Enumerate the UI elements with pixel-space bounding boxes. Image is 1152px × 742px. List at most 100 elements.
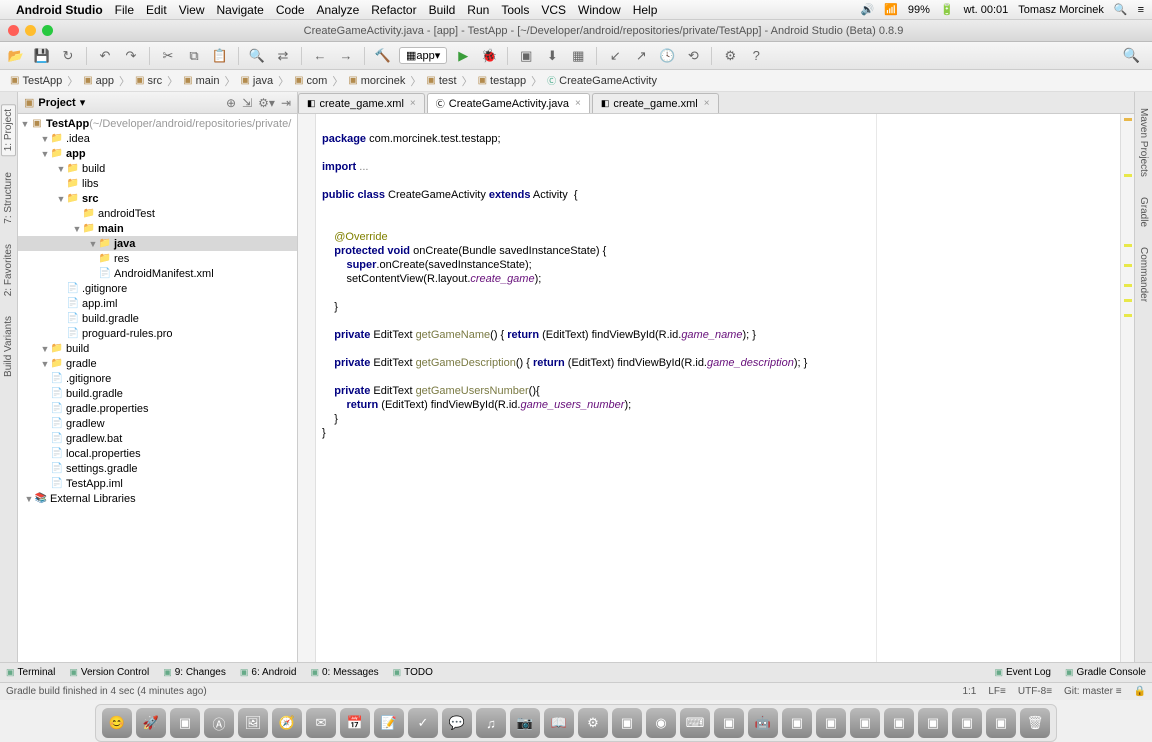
dock-app-icon[interactable]: ▣ — [918, 708, 948, 738]
minimize-window-button[interactable] — [25, 25, 36, 36]
copy-icon[interactable]: ⧉ — [184, 46, 204, 66]
lock-icon[interactable]: 🔒 — [1134, 686, 1146, 697]
dock-app-icon[interactable]: ⚙ — [578, 708, 608, 738]
editor-tab[interactable]: ◧create_game.xml× — [592, 93, 719, 113]
tree-node[interactable]: 📄build.gradle — [18, 386, 297, 401]
sdk-icon[interactable]: ⬇ — [542, 46, 562, 66]
dock-app-icon[interactable]: ▣ — [170, 708, 200, 738]
dock-app-icon[interactable]: ▣ — [612, 708, 642, 738]
dock-safari-icon[interactable]: 🧭 — [272, 708, 302, 738]
tree-node[interactable]: 📄app.iml — [18, 296, 297, 311]
dock-androidstudio-icon[interactable]: 🤖 — [748, 708, 778, 738]
tree-root[interactable]: ▼ ▣ TestApp (~/Developer/android/reposit… — [18, 116, 297, 131]
vcs-revert-icon[interactable]: ⟲ — [683, 46, 703, 66]
dock-itunes-icon[interactable]: ♫ — [476, 708, 506, 738]
project-tree[interactable]: ▼ ▣ TestApp (~/Developer/android/reposit… — [18, 114, 297, 662]
dock-mail-icon[interactable]: ✉ — [306, 708, 336, 738]
menu-view[interactable]: View — [179, 3, 205, 17]
tooltab-todo[interactable]: ▣TODO — [393, 667, 433, 678]
tooltab-project[interactable]: 1: Project — [1, 104, 16, 156]
tree-node[interactable]: ▼📁gradle — [18, 356, 297, 371]
tooltab-build-variants[interactable]: Build Variants — [2, 312, 15, 381]
tree-node[interactable]: ▼📁java — [18, 236, 297, 251]
settings-icon[interactable]: ⚙▾ — [258, 96, 275, 110]
dock-appstore-icon[interactable]: Ⓐ — [204, 708, 234, 738]
dock-launchpad-icon[interactable]: 🚀 — [136, 708, 166, 738]
tooltab-messages[interactable]: ▣0: Messages — [310, 667, 378, 678]
forward-icon[interactable]: → — [336, 46, 356, 66]
run-config-selector[interactable]: ▦ app ▾ — [399, 47, 447, 64]
spotlight-icon[interactable]: 🔍 — [1114, 3, 1128, 16]
menu-edit[interactable]: Edit — [146, 3, 167, 17]
git-branch[interactable]: Git: master ≡ — [1064, 686, 1122, 697]
back-icon[interactable]: ← — [310, 46, 330, 66]
menu-build[interactable]: Build — [429, 3, 456, 17]
tree-node[interactable]: 📄proguard-rules.pro — [18, 326, 297, 341]
menu-vcs[interactable]: VCS — [541, 3, 566, 17]
tree-node[interactable]: ▼📁app — [18, 146, 297, 161]
crumb-src[interactable]: ▣src — [131, 75, 166, 87]
crumb-com[interactable]: ▣com — [290, 75, 331, 87]
tooltab-gradle[interactable]: Gradle — [1137, 193, 1150, 231]
tree-node[interactable]: ▼📁build — [18, 161, 297, 176]
tooltab-android[interactable]: ▣6: Android — [240, 667, 297, 678]
close-tab-icon[interactable]: × — [410, 98, 416, 109]
make-icon[interactable]: 🔨 — [373, 46, 393, 66]
battery-icon[interactable]: 🔋 — [940, 3, 954, 16]
scroll-from-source-icon[interactable]: ⊕ — [226, 96, 236, 110]
dock-app-icon[interactable]: ▣ — [782, 708, 812, 738]
close-tab-icon[interactable]: × — [704, 98, 710, 109]
dock-photobooth-icon[interactable]: 📷 — [510, 708, 540, 738]
menu-window[interactable]: Window — [578, 3, 621, 17]
dock-app-icon[interactable]: ▣ — [952, 708, 982, 738]
tooltab-maven[interactable]: Maven Projects — [1137, 104, 1150, 181]
settings-icon[interactable]: ⚙ — [720, 46, 740, 66]
find-icon[interactable]: 🔍 — [247, 46, 267, 66]
tree-node[interactable]: ▼📁.idea — [18, 131, 297, 146]
line-separator[interactable]: LF≡ — [988, 686, 1006, 697]
dock-messages-icon[interactable]: 💬 — [442, 708, 472, 738]
close-window-button[interactable] — [8, 25, 19, 36]
redo-icon[interactable]: ↷ — [121, 46, 141, 66]
dock-app-icon[interactable]: ▣ — [986, 708, 1016, 738]
vcs-commit-icon[interactable]: ↗ — [631, 46, 651, 66]
run-icon[interactable]: ▶ — [453, 46, 473, 66]
undo-icon[interactable]: ↶ — [95, 46, 115, 66]
tree-node[interactable]: ▼📁build — [18, 341, 297, 356]
dock-app-icon[interactable]: ▣ — [884, 708, 914, 738]
crumb-root[interactable]: ▣TestApp — [6, 75, 66, 87]
tree-node[interactable]: 📄.gitignore — [18, 371, 297, 386]
editor-gutter[interactable] — [298, 114, 316, 662]
tooltab-terminal[interactable]: ▣Terminal — [6, 667, 55, 678]
dock-calendar-icon[interactable]: 📅 — [340, 708, 370, 738]
tree-node[interactable]: 📁libs — [18, 176, 297, 191]
dock-reminders-icon[interactable]: ✓ — [408, 708, 438, 738]
collapse-all-icon[interactable]: ⇲ — [242, 96, 252, 110]
hide-icon[interactable]: ⇥ — [281, 96, 291, 110]
dock-notes-icon[interactable]: 📝 — [374, 708, 404, 738]
menu-icon[interactable]: ≡ — [1138, 4, 1144, 16]
app-name[interactable]: Android Studio — [16, 3, 103, 17]
open-icon[interactable]: 📂 — [6, 46, 26, 66]
close-tab-icon[interactable]: × — [575, 98, 581, 109]
menu-tools[interactable]: Tools — [501, 3, 529, 17]
tree-node[interactable]: 📄.gitignore — [18, 281, 297, 296]
encoding[interactable]: UTF-8≡ — [1018, 686, 1052, 697]
menu-navigate[interactable]: Navigate — [216, 3, 263, 17]
paste-icon[interactable]: 📋 — [210, 46, 230, 66]
menu-run[interactable]: Run — [467, 3, 489, 17]
tree-node[interactable]: 📁res — [18, 251, 297, 266]
dock-trash-icon[interactable]: 🗑 — [1020, 708, 1050, 738]
monitor-icon[interactable]: ▦ — [568, 46, 588, 66]
tree-node[interactable]: 📄gradlew.bat — [18, 431, 297, 446]
caret-position[interactable]: 1:1 — [962, 686, 976, 697]
tooltab-structure[interactable]: 7: Structure — [2, 168, 15, 228]
menu-help[interactable]: Help — [633, 3, 658, 17]
editor-tab[interactable]: ◧create_game.xml× — [298, 93, 425, 113]
sync-icon[interactable]: ↻ — [58, 46, 78, 66]
tree-node[interactable]: ▼📁src — [18, 191, 297, 206]
search-everywhere-icon[interactable]: 🔍 — [1123, 47, 1140, 64]
crumb-main[interactable]: ▣main — [179, 75, 223, 87]
replace-icon[interactable]: ⇄ — [273, 46, 293, 66]
tooltab-commander[interactable]: Commander — [1137, 243, 1150, 306]
